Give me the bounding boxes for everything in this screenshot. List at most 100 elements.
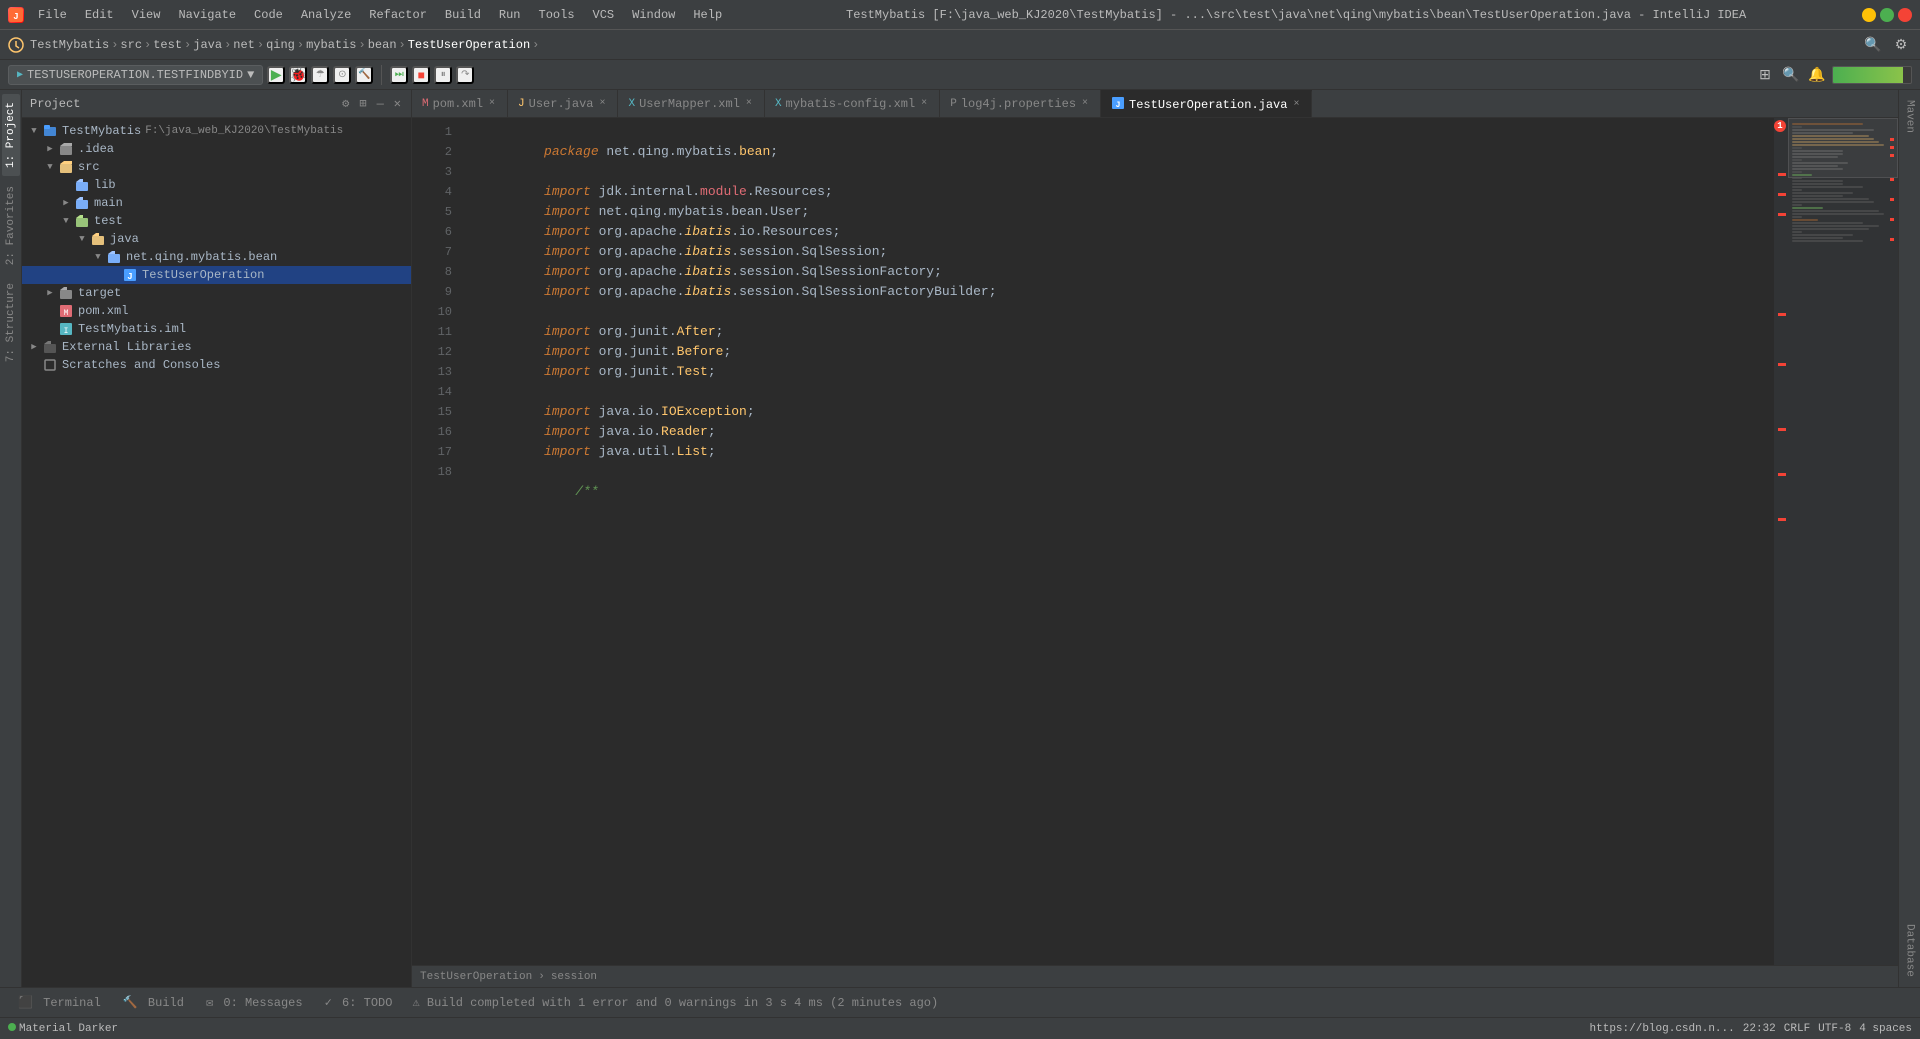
breadcrumb-mybatis[interactable]: mybatis: [306, 38, 356, 52]
breadcrumb-java[interactable]: java: [193, 38, 222, 52]
tab-log4j[interactable]: P log4j.properties ×: [940, 90, 1101, 117]
tab-testuseroperation[interactable]: J TestUserOperation.java ×: [1101, 90, 1312, 117]
maven-label[interactable]: Maven: [1901, 94, 1919, 139]
status-encoding[interactable]: UTF-8: [1818, 1023, 1851, 1035]
tab-icon-user: J: [518, 98, 525, 110]
status-url[interactable]: https://blog.csdn.n...: [1590, 1023, 1735, 1035]
window-controls: [1862, 8, 1912, 22]
close-button[interactable]: [1898, 8, 1912, 22]
breadcrumb-net[interactable]: net: [233, 38, 255, 52]
status-indent[interactable]: 4 spaces: [1859, 1023, 1912, 1035]
tab-pom-xml[interactable]: M pom.xml ×: [412, 90, 508, 117]
gutter-mark-5: [1778, 363, 1786, 366]
menu-run[interactable]: Run: [491, 6, 529, 24]
nav-search-button[interactable]: 🔍: [1862, 34, 1884, 56]
tree-item-pkg[interactable]: ▼ net.qing.mybatis.bean: [22, 248, 411, 266]
notifications-button[interactable]: 🔔: [1806, 64, 1828, 86]
tab-mybatis-config[interactable]: X mybatis-config.xml ×: [765, 90, 940, 117]
bottom-tab-build[interactable]: 🔨 Build: [113, 991, 194, 1014]
tree-item-java[interactable]: ▼ java: [22, 230, 411, 248]
tab-usermapper-xml[interactable]: X UserMapper.xml ×: [618, 90, 764, 117]
nav-actions: 🔍 ⚙: [1862, 34, 1912, 56]
search-everywhere-button[interactable]: 🔍: [1780, 64, 1802, 86]
tab-label-pom: pom.xml: [433, 97, 483, 111]
status-time[interactable]: 22:32: [1743, 1023, 1776, 1035]
tab-close-user[interactable]: ×: [597, 98, 607, 109]
menu-view[interactable]: View: [124, 6, 169, 24]
menu-vcs[interactable]: VCS: [585, 6, 623, 24]
tab-close-testuseroperation[interactable]: ×: [1291, 99, 1301, 110]
tree-item-main[interactable]: ▶ main: [22, 194, 411, 212]
tab-icon-pom: M: [422, 98, 429, 110]
maximize-button[interactable]: [1880, 8, 1894, 22]
breadcrumb-testuseroperation[interactable]: TestUserOperation: [408, 38, 530, 52]
tree-item-testuseroperation[interactable]: ▶ J TestUserOperation: [22, 266, 411, 284]
menu-tools[interactable]: Tools: [531, 6, 583, 24]
tree-item-scratches[interactable]: ▶ Scratches and Consoles: [22, 356, 411, 374]
nav-settings-button[interactable]: ⚙: [1890, 34, 1912, 56]
tree-item-iml[interactable]: ▶ I TestMybatis.iml: [22, 320, 411, 338]
run-configuration[interactable]: ▶ TESTUSEROPERATION.TESTFINDBYID ▼: [8, 65, 263, 85]
tree-item-testmybatis[interactable]: ▼ TestMybatis F:\java_web_KJ2020\TestMyb…: [22, 122, 411, 140]
tree-item-test[interactable]: ▼ test: [22, 212, 411, 230]
tab-close-log4j[interactable]: ×: [1080, 98, 1090, 109]
breadcrumb-src[interactable]: src: [120, 38, 142, 52]
build-icon: 🔨: [123, 996, 138, 1010]
panel-expand-icon[interactable]: ⊞: [357, 94, 368, 113]
status-theme[interactable]: Material Darker: [8, 1023, 118, 1035]
menu-window[interactable]: Window: [624, 6, 683, 24]
minimize-button[interactable]: [1862, 8, 1876, 22]
breadcrumb-project[interactable]: TestMybatis: [30, 38, 109, 52]
panel-close-icon[interactable]: ✕: [392, 94, 403, 113]
pause-button[interactable]: ⏸: [434, 66, 452, 84]
tab-label-mybatis: mybatis-config.xml: [786, 97, 916, 111]
breadcrumb-qing[interactable]: qing: [266, 38, 295, 52]
line-num-6: 6: [412, 222, 452, 242]
profile-button[interactable]: ⊙: [333, 66, 351, 84]
sidebar-tab-project[interactable]: 1: Project: [2, 94, 20, 176]
code-content: 1 2 3 4 5 6 7 8 9 10 11 12 13 14 15 16 1…: [412, 118, 1898, 965]
tree-item-idea[interactable]: ▶ .idea: [22, 140, 411, 158]
grid-button[interactable]: ⊞: [1754, 64, 1776, 86]
database-label[interactable]: Database: [1901, 918, 1919, 983]
resume-button[interactable]: ⏭: [390, 66, 408, 84]
tree-item-lib[interactable]: ▶ lib: [22, 176, 411, 194]
menu-help[interactable]: Help: [685, 6, 730, 24]
tab-close-pom[interactable]: ×: [487, 98, 497, 109]
menu-analyze[interactable]: Analyze: [293, 6, 359, 24]
menu-refactor[interactable]: Refactor: [361, 6, 435, 24]
stop-button[interactable]: ■: [412, 66, 430, 84]
tab-close-usermapper[interactable]: ×: [744, 98, 754, 109]
code-editor[interactable]: package net.qing.mybatis.bean; import jd…: [462, 118, 1774, 965]
bottom-tab-messages[interactable]: ✉ 0: Messages: [196, 991, 313, 1014]
status-line-ending[interactable]: CRLF: [1784, 1023, 1810, 1035]
code-line-3: import jdk.internal.module.Resources;: [462, 162, 1774, 182]
menu-edit[interactable]: Edit: [77, 6, 122, 24]
stepover-button[interactable]: ↷: [456, 66, 474, 84]
left-side-tabs: 1: Project 2: Favorites 7: Structure: [0, 90, 22, 987]
bottom-tab-terminal[interactable]: ⬛ Terminal: [8, 991, 111, 1014]
menu-code[interactable]: Code: [246, 6, 291, 24]
breadcrumb-bean[interactable]: bean: [368, 38, 397, 52]
bottom-tab-todo[interactable]: ✓ 6: TODO: [315, 991, 403, 1014]
menu-navigate[interactable]: Navigate: [170, 6, 244, 24]
debug-button[interactable]: 🐞: [289, 66, 307, 84]
breadcrumb-test[interactable]: test: [153, 38, 182, 52]
run-button[interactable]: ▶: [267, 66, 285, 84]
breadcrumb-bottom: TestUserOperation › session: [412, 965, 1898, 987]
tree-item-extlibs[interactable]: ▶ External Libraries: [22, 338, 411, 356]
sidebar-tab-favorites[interactable]: 2: Favorites: [2, 178, 20, 273]
sidebar-tab-structure[interactable]: 7: Structure: [2, 275, 20, 370]
build-button[interactable]: 🔨: [355, 66, 373, 84]
tab-close-mybatis[interactable]: ×: [919, 98, 929, 109]
panel-settings-icon[interactable]: ⚙: [340, 94, 351, 113]
menu-build[interactable]: Build: [437, 6, 489, 24]
tree-item-pom-xml[interactable]: ▶ M pom.xml: [22, 302, 411, 320]
tree-item-target[interactable]: ▶ target: [22, 284, 411, 302]
menu-file[interactable]: File: [30, 6, 75, 24]
coverage-button[interactable]: ☂: [311, 66, 329, 84]
panel-collapse-icon[interactable]: —: [375, 95, 386, 113]
tab-user-java[interactable]: J User.java ×: [508, 90, 618, 117]
tree-arrow-idea: ▶: [42, 141, 58, 157]
tree-item-src[interactable]: ▼ src: [22, 158, 411, 176]
